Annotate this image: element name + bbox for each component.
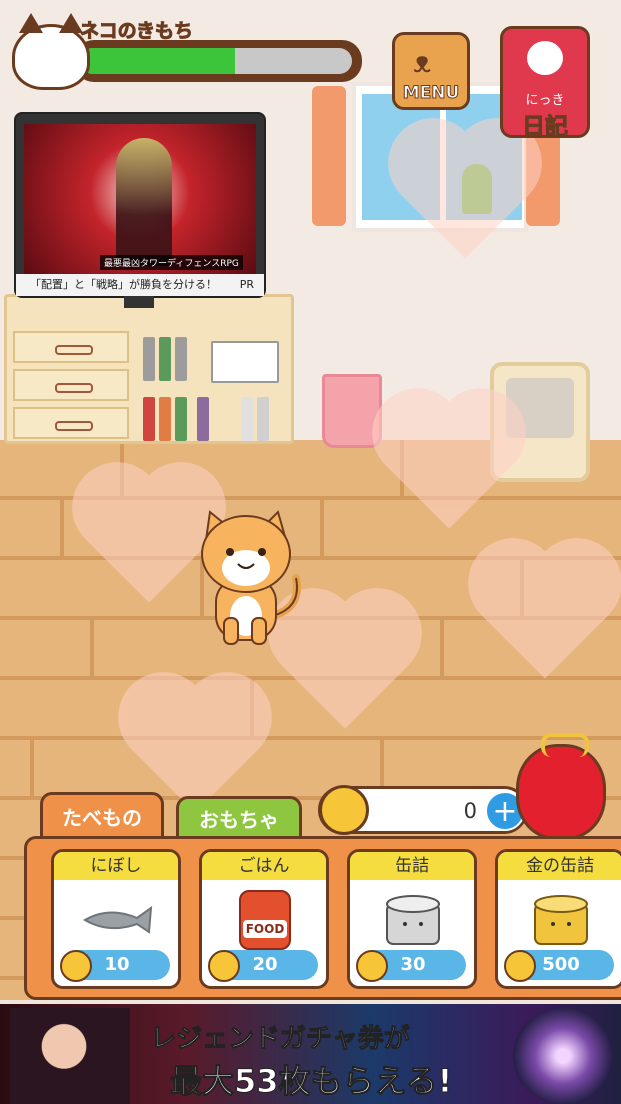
banner-character-image [10,1008,130,1104]
dried-fish-icon [83,905,153,934]
ad-banner[interactable]: レジェンドガチャ券が 最大53枚もらえる! [0,1004,621,1104]
tv-ad-image[interactable]: 最悪最凶タワーディフェンスRPG [24,124,256,276]
food-panel: にぼし 10 ごはん FOOD 20 缶詰 30 金の缶詰 500 [24,836,621,1000]
paw-coin-icon [60,950,92,982]
diary-small-label: にっき [525,93,565,108]
cat-can-icon [386,895,440,945]
paw-coin-icon [356,950,388,982]
gold-cat-can-icon [534,895,588,945]
coin-purse-icon[interactable] [516,733,606,840]
tv-ad-title: 最悪最凶タワーディフェンスRPG [100,255,243,270]
mood-fill [80,48,236,74]
mood-title: ネコのきもち [79,20,194,43]
coin-count: 0 [463,799,477,823]
food-item-niboshi[interactable]: にぼし 10 [51,849,181,989]
diary-label: 日記 [522,114,569,141]
banner-line1: レジェンドガチャ券が [150,1024,411,1055]
cat-face-icon: ᴥ [413,45,432,80]
tv-ad[interactable]: 最悪最凶タワーディフェンスRPG 「配置」と「戦略」が勝負を分ける！ PR [16,114,264,296]
tab-toys[interactable]: おもちゃ [176,796,302,840]
paw-icon [527,41,563,75]
mood-bar [74,40,362,82]
cat[interactable] [194,508,304,648]
banner-line2: 最大53枚もらえる! [169,1062,453,1101]
item-name: 金の缶詰 [498,852,621,880]
diary-button[interactable]: にっき 日記 [500,26,590,141]
banner-decoration-image [513,1008,613,1104]
tv-ad-caption[interactable]: 「配置」と「戦略」が勝負を分ける！ PR [16,274,264,296]
food-item-can[interactable]: 缶詰 30 [347,849,477,989]
item-name: 缶詰 [350,852,474,880]
tab-food[interactable]: たべもの [40,792,164,840]
tv-stand [124,296,154,308]
pr-label: PR [239,278,254,291]
menu-label: MENU [402,83,460,104]
paw-coin-icon [208,950,240,982]
open-book-icon [211,341,279,383]
paw-coin-icon [319,785,369,835]
food-item-gold-can[interactable]: 金の缶詰 500 [495,849,621,989]
item-name: にぼし [54,852,178,880]
coin-counter: 0 + [318,785,528,835]
tv-caption-text: 「配置」と「戦略」が勝負を分ける！ [30,278,217,291]
curtain-left [312,86,346,226]
item-name: ごはん [202,852,326,880]
food-item-gohan[interactable]: ごはん FOOD 20 [199,849,329,989]
food-bag-icon: FOOD [227,890,303,950]
paw-coin-icon [504,950,536,982]
food-bag-label: FOOD [243,920,287,938]
cat-face-icon [12,13,90,90]
shelf [4,294,294,444]
menu-button[interactable]: ᴥ MENU [392,32,470,110]
